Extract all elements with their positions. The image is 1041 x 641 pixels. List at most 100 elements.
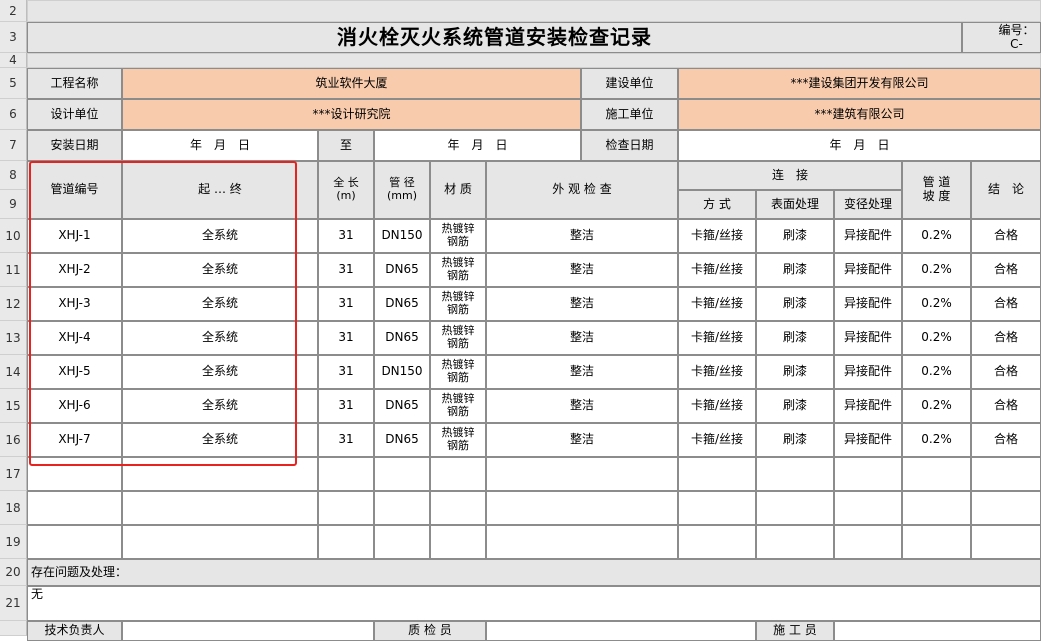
empty-cell[interactable] (430, 525, 486, 559)
cell-conclusion[interactable]: 合格 (971, 389, 1041, 423)
cell-material[interactable]: 热镀锌 钢筋 (430, 253, 486, 287)
cell-range[interactable]: 全系统 (122, 219, 318, 253)
page-title[interactable]: 消火栓灭火系统管道安装检查记录 (27, 22, 962, 53)
cell-conclusion[interactable]: 合格 (971, 287, 1041, 321)
empty-cell[interactable] (318, 491, 374, 525)
cell-conclusion[interactable]: 合格 (971, 355, 1041, 389)
empty-cell[interactable] (971, 457, 1041, 491)
header-range[interactable]: 起 … 终 (122, 161, 318, 219)
cell-method[interactable]: 卡箍/丝接 (678, 287, 756, 321)
empty-cell[interactable] (902, 491, 971, 525)
project-name-label[interactable]: 工程名称 (27, 68, 122, 99)
cell-method[interactable]: 卡箍/丝接 (678, 355, 756, 389)
cell-appearance[interactable]: 整洁 (486, 423, 678, 457)
row-header[interactable]: 16 (0, 423, 27, 457)
contractor-cell[interactable]: ***建筑有限公司 (678, 99, 1041, 130)
to-label[interactable]: 至 (318, 130, 374, 161)
cell-method[interactable]: 卡箍/丝接 (678, 253, 756, 287)
cell-pipe-no[interactable]: XHJ-2 (27, 253, 122, 287)
check-date-label[interactable]: 检查日期 (581, 130, 678, 161)
cell-diameter[interactable]: DN65 (374, 287, 430, 321)
empty-cell[interactable] (756, 457, 834, 491)
row-header[interactable]: 7 (0, 130, 27, 161)
cell-method[interactable]: 卡箍/丝接 (678, 423, 756, 457)
tech-lead-label[interactable]: 技术负责人 (27, 621, 122, 641)
builder-cell[interactable]: ***建设集团开发有限公司 (678, 68, 1041, 99)
cell-method[interactable]: 卡箍/丝接 (678, 389, 756, 423)
empty-cell[interactable] (318, 525, 374, 559)
cell-diameter[interactable]: DN65 (374, 423, 430, 457)
header-connection[interactable]: 连 接 (678, 161, 902, 190)
cell-diameter[interactable]: DN150 (374, 355, 430, 389)
cell-surface[interactable]: 刷漆 (756, 287, 834, 321)
header-reducer[interactable]: 变径处理 (834, 190, 902, 219)
row-header[interactable] (0, 621, 27, 636)
row-header[interactable]: 8 (0, 161, 27, 190)
header-conclusion[interactable]: 结 论 (971, 161, 1041, 219)
row-header[interactable]: 12 (0, 287, 27, 321)
cell-diameter[interactable]: DN65 (374, 321, 430, 355)
empty-cell[interactable] (486, 457, 678, 491)
header-material[interactable]: 材 质 (430, 161, 486, 219)
cell-material[interactable]: 热镀锌 钢筋 (430, 423, 486, 457)
cell-pipe-no[interactable]: XHJ-3 (27, 287, 122, 321)
cell-diameter[interactable]: DN65 (374, 389, 430, 423)
cell-length[interactable]: 31 (318, 219, 374, 253)
spreadsheet[interactable]: 2 3 4 5 6 7 8 9 10 11 12 13 14 15 16 17 … (0, 0, 1041, 641)
cell-method[interactable]: 卡箍/丝接 (678, 219, 756, 253)
cell-material[interactable]: 热镀锌 钢筋 (430, 355, 486, 389)
empty-cell[interactable] (122, 457, 318, 491)
header-diameter[interactable]: 管 径 (mm) (374, 161, 430, 219)
empty-cell[interactable] (318, 457, 374, 491)
empty-cell[interactable] (430, 457, 486, 491)
cell-length[interactable]: 31 (318, 355, 374, 389)
cell-material[interactable]: 热镀锌 钢筋 (430, 287, 486, 321)
header-pipe-no[interactable]: 管道编号 (27, 161, 122, 219)
empty-cell[interactable] (971, 525, 1041, 559)
check-date-cell[interactable]: 年 月 日 (678, 130, 1041, 161)
cell-conclusion[interactable]: 合格 (971, 219, 1041, 253)
install-date-label[interactable]: 安装日期 (27, 130, 122, 161)
cell-length[interactable]: 31 (318, 389, 374, 423)
row-header[interactable]: 17 (0, 457, 27, 491)
cell-conclusion[interactable]: 合格 (971, 253, 1041, 287)
cell-pipe-no[interactable]: XHJ-1 (27, 219, 122, 253)
cell-slope[interactable]: 0.2% (902, 219, 971, 253)
header-length[interactable]: 全 长 (m) (318, 161, 374, 219)
contractor-label[interactable]: 施工单位 (581, 99, 678, 130)
cell-slope[interactable]: 0.2% (902, 253, 971, 287)
cell-range[interactable]: 全系统 (122, 423, 318, 457)
cell-reducer[interactable]: 异接配件 (834, 321, 902, 355)
cell-conclusion[interactable]: 合格 (971, 423, 1041, 457)
cell-material[interactable]: 热镀锌 钢筋 (430, 219, 486, 253)
row-header[interactable]: 3 (0, 22, 27, 53)
cell-range[interactable]: 全系统 (122, 389, 318, 423)
cell-method[interactable]: 卡箍/丝接 (678, 321, 756, 355)
row-header[interactable]: 14 (0, 355, 27, 389)
cell-pipe-no[interactable]: XHJ-6 (27, 389, 122, 423)
cell-surface[interactable]: 刷漆 (756, 423, 834, 457)
empty-cell[interactable] (374, 457, 430, 491)
cell-range[interactable]: 全系统 (122, 355, 318, 389)
tech-lead-cell[interactable] (122, 621, 374, 641)
cell-length[interactable]: 31 (318, 253, 374, 287)
cell-slope[interactable]: 0.2% (902, 355, 971, 389)
row-header[interactable]: 6 (0, 99, 27, 130)
empty-cell[interactable] (678, 491, 756, 525)
issues-label[interactable]: 存在问题及处理： (27, 559, 1041, 586)
header-method[interactable]: 方 式 (678, 190, 756, 219)
row-header[interactable]: 18 (0, 491, 27, 525)
install-date-from-cell[interactable]: 年 月 日 (122, 130, 318, 161)
cell-appearance[interactable]: 整洁 (486, 355, 678, 389)
cell-slope[interactable]: 0.2% (902, 287, 971, 321)
empty-cell[interactable] (678, 457, 756, 491)
cell-appearance[interactable]: 整洁 (486, 253, 678, 287)
row-header[interactable]: 9 (0, 190, 27, 219)
row-header[interactable]: 5 (0, 68, 27, 99)
cell-range[interactable]: 全系统 (122, 321, 318, 355)
cell-pipe-no[interactable]: XHJ-4 (27, 321, 122, 355)
cell-length[interactable]: 31 (318, 321, 374, 355)
row-header[interactable]: 19 (0, 525, 27, 559)
empty-cell[interactable] (834, 457, 902, 491)
cell-appearance[interactable]: 整洁 (486, 321, 678, 355)
